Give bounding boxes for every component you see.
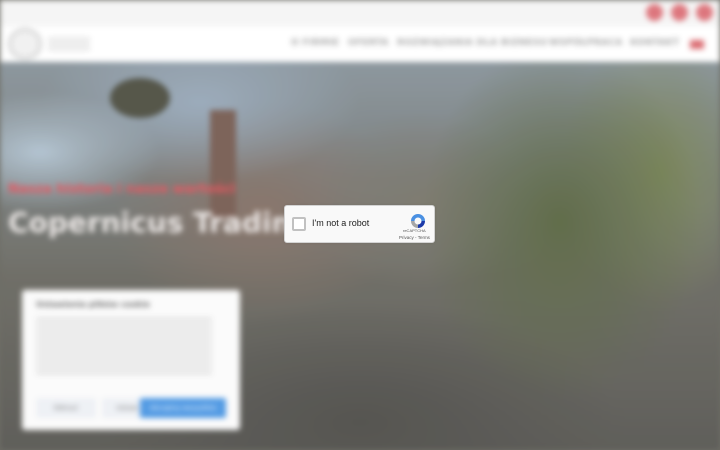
recaptcha-logo-icon [411, 214, 425, 228]
recaptcha-links: Privacy - Terms [399, 235, 430, 240]
recaptcha-checkbox[interactable] [292, 217, 306, 231]
recaptcha-terms-link[interactable]: Terms [418, 235, 430, 240]
recaptcha-widget: I'm not a robot reCAPTCHA Privacy - Term… [284, 205, 435, 243]
recaptcha-privacy-link[interactable]: Privacy [399, 235, 414, 240]
recaptcha-brand: reCAPTCHA [403, 228, 426, 233]
recaptcha-label: I'm not a robot [312, 218, 370, 228]
